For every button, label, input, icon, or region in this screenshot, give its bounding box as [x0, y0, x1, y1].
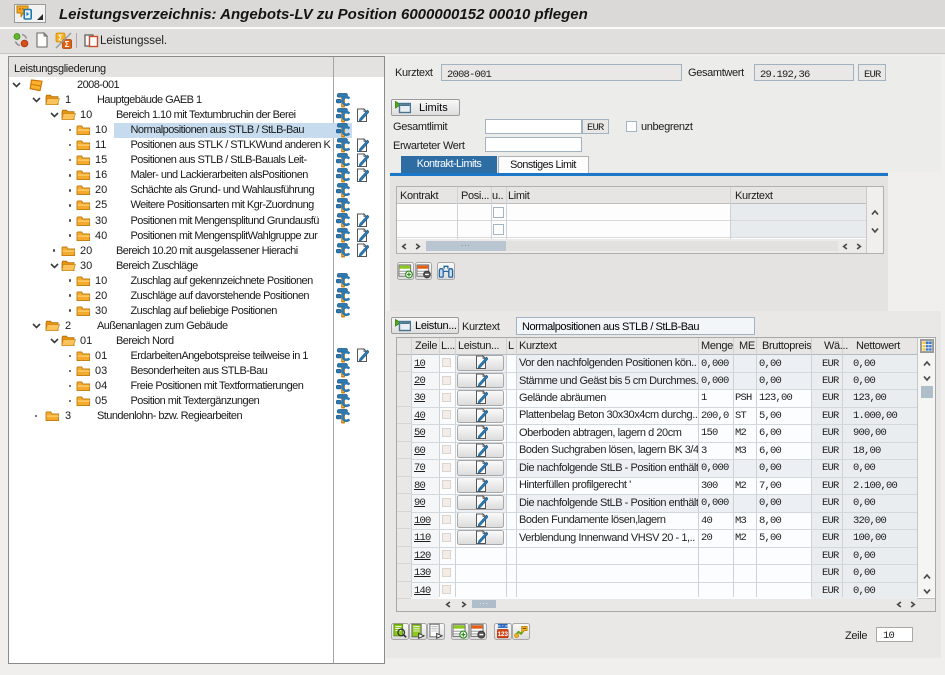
svg-text:123: 123 [498, 631, 509, 638]
svg-text:Σ: Σ [65, 40, 70, 49]
